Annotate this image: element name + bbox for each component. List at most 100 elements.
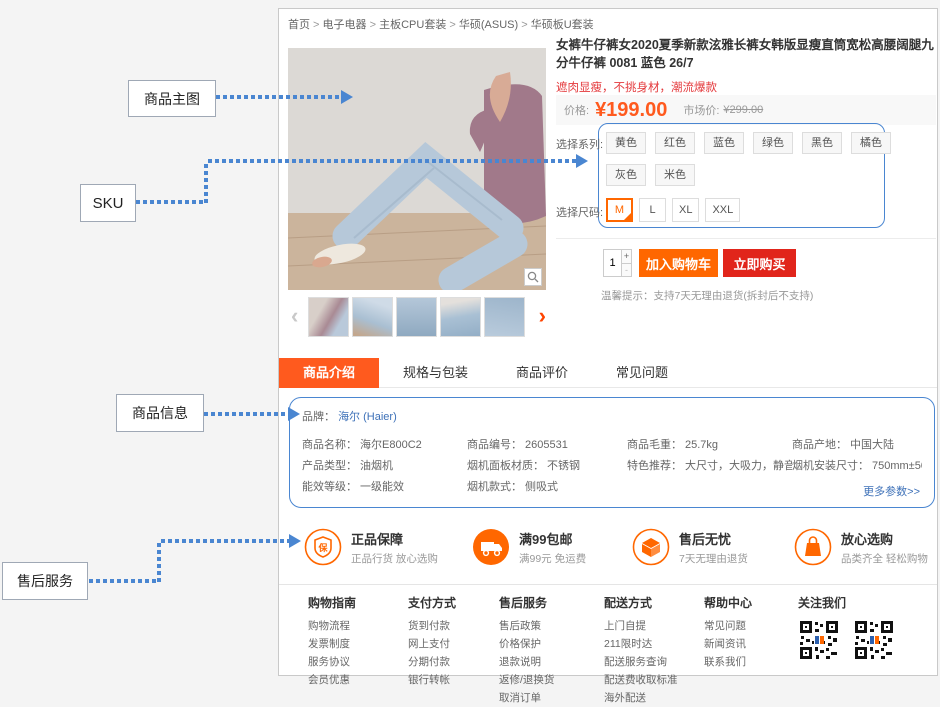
footer-link[interactable]: 新闻资讯 (704, 635, 752, 653)
price-row: 价格: ¥199.00 市场价: ¥299.00 (556, 95, 936, 125)
size-option[interactable]: L (639, 198, 666, 222)
annotation-product-info: 商品信息 (116, 394, 204, 432)
footer-link[interactable]: 退款说明 (499, 653, 554, 671)
box-icon (632, 528, 670, 566)
spec-item: 商品名称：海尔E800C2 (302, 436, 467, 457)
footer-link[interactable]: 会员优惠 (308, 671, 356, 689)
magnifier-icon[interactable] (524, 268, 542, 286)
thumbnail[interactable] (352, 297, 393, 337)
thumbnail[interactable] (308, 297, 349, 337)
buy-now-button[interactable]: 立即购买 (723, 249, 796, 277)
thumbnail[interactable] (484, 297, 525, 337)
footer-link[interactable]: 价格保护 (499, 635, 554, 653)
footer-link[interactable]: 售后政策 (499, 617, 554, 635)
price-label: 价格: (564, 102, 589, 118)
detail-tab[interactable]: 商品评价 (492, 358, 592, 388)
series-option[interactable]: 黄色 (606, 132, 646, 154)
footer-link[interactable]: 分期付款 (408, 653, 456, 671)
series-option[interactable]: 蓝色 (704, 132, 744, 154)
footer-link[interactable]: 货到付款 (408, 617, 456, 635)
thumbnail[interactable] (440, 297, 481, 337)
footer-link[interactable]: 银行转帐 (408, 671, 456, 689)
breadcrumb-item[interactable]: 首页 (288, 19, 323, 31)
arrow-head-after-sale (289, 534, 301, 548)
series-option[interactable]: 灰色 (606, 164, 646, 186)
quantity-increase-icon[interactable]: + (622, 250, 631, 263)
footer-col-guide: 购物指南 购物流程发票制度服务协议会员优惠 (308, 594, 356, 689)
service-assured-shopping: 放心选购品类齐全 轻松购物 (794, 528, 928, 566)
arrow-line-product-info (204, 412, 288, 416)
model-photo-illustration (288, 48, 546, 290)
series-option[interactable]: 黑色 (802, 132, 842, 154)
footer-col-aftersale: 售后服务 售后政策价格保护退款说明返修/退换货取消订单 (499, 594, 554, 707)
service-authentic: 保 正品保障正品行货 放心选购 (304, 528, 438, 566)
footer-link[interactable]: 服务协议 (308, 653, 356, 671)
footer-link[interactable]: 返修/退换货 (499, 671, 554, 689)
series-option[interactable]: 米色 (655, 164, 695, 186)
more-params-link[interactable]: 更多参数>> (863, 483, 920, 499)
arrow-line-main-image (216, 95, 341, 99)
quantity-stepper: + - (603, 249, 632, 277)
footer-link[interactable]: 发票制度 (308, 635, 356, 653)
arrow-line-after-sale-1 (89, 579, 159, 583)
footer-link[interactable]: 211限时达 (604, 635, 678, 653)
footer-link[interactable]: 购物流程 (308, 617, 356, 635)
brand-row: 品牌： 海尔 (Haier) (302, 408, 922, 424)
quantity-input[interactable] (604, 250, 621, 276)
brand-label: 品牌： (302, 411, 335, 423)
footer-link[interactable]: 上门自提 (604, 617, 678, 635)
footer-col-follow: 关注我们 (798, 594, 895, 661)
arrow-head-main-image (341, 90, 353, 104)
detail-tab[interactable]: 常见问题 (592, 358, 692, 388)
qr-code (798, 619, 840, 661)
spec-item: 商品产地：中国大陆 (792, 436, 922, 457)
series-options-row1: 黄色红色蓝色绿色黑色橘色 (606, 132, 900, 154)
spec-item: 商品编号：2605531 (467, 436, 627, 457)
product-info-box: 品牌： 海尔 (Haier) 商品名称：海尔E800C2 商品编号：260553… (289, 397, 935, 508)
spec-item: 烟机面板材质：不锈钢 (467, 457, 627, 478)
footer-col-help: 帮助中心 常见问题新闻资讯联系我们 (704, 594, 752, 671)
series-label: 选择系列: (556, 136, 603, 152)
market-price-label: 市场价: (683, 102, 719, 118)
quantity-decrease-icon[interactable]: - (622, 263, 631, 277)
footer-link[interactable]: 网上支付 (408, 635, 456, 653)
thumbnail[interactable] (396, 297, 437, 337)
arrow-line-sku-3 (208, 159, 576, 163)
size-option[interactable]: XXL (705, 198, 740, 222)
breadcrumb: 首页电子电器主板CPU套装华硕(ASUS)华硕板U套装 (288, 16, 594, 32)
product-main-image[interactable] (288, 48, 546, 290)
add-to-cart-button[interactable]: 加入购物车 (639, 249, 718, 277)
footer-link[interactable]: 配送服务查询 (604, 653, 678, 671)
footer-link[interactable]: 常见问题 (704, 617, 752, 635)
spec-item: 产品类型：油烟机 (302, 457, 467, 478)
return-policy-tip: 温馨提示：支持7天无理由退货(拆封后不支持) (601, 288, 813, 303)
arrow-line-after-sale-2 (157, 541, 161, 582)
bag-icon (794, 528, 832, 566)
next-thumbs-icon[interactable]: › (539, 303, 546, 329)
breadcrumb-item[interactable]: 电子电器 (323, 19, 380, 31)
size-option[interactable]: XL (672, 198, 699, 222)
footer-link[interactable]: 联系我们 (704, 653, 752, 671)
series-option[interactable]: 红色 (655, 132, 695, 154)
breadcrumb-item[interactable]: 华硕(ASUS) (459, 19, 531, 31)
series-option[interactable]: 绿色 (753, 132, 793, 154)
prev-thumbs-icon[interactable]: ‹ (291, 303, 298, 329)
qr-code (853, 619, 895, 661)
thumbnail-strip: ‹ › (288, 297, 546, 337)
brand-link[interactable]: 海尔 (Haier) (338, 411, 397, 423)
footer-link[interactable]: 配送费收取标准 (604, 671, 678, 689)
annotation-sku: SKU (80, 184, 136, 222)
truck-icon (472, 528, 510, 566)
spec-grid: 商品名称：海尔E800C2 商品编号：2605531 商品毛重：25.7kg 商… (302, 436, 922, 499)
spec-item: 商品毛重：25.7kg (627, 436, 792, 457)
detail-tab[interactable]: 商品介绍 (279, 358, 379, 388)
size-options: MLXLXXL (606, 198, 746, 222)
series-option[interactable]: 橘色 (851, 132, 891, 154)
breadcrumb-item[interactable]: 华硕板U套装 (531, 19, 594, 31)
breadcrumb-item[interactable]: 主板CPU套装 (379, 19, 459, 31)
product-page-panel: 首页电子电器主板CPU套装华硕(ASUS)华硕板U套装 ‹ (278, 8, 938, 676)
size-option[interactable]: M (606, 198, 633, 222)
footer-link[interactable]: 取消订单 (499, 689, 554, 707)
footer-link[interactable]: 海外配送 (604, 689, 678, 707)
detail-tab[interactable]: 规格与包装 (379, 358, 492, 388)
